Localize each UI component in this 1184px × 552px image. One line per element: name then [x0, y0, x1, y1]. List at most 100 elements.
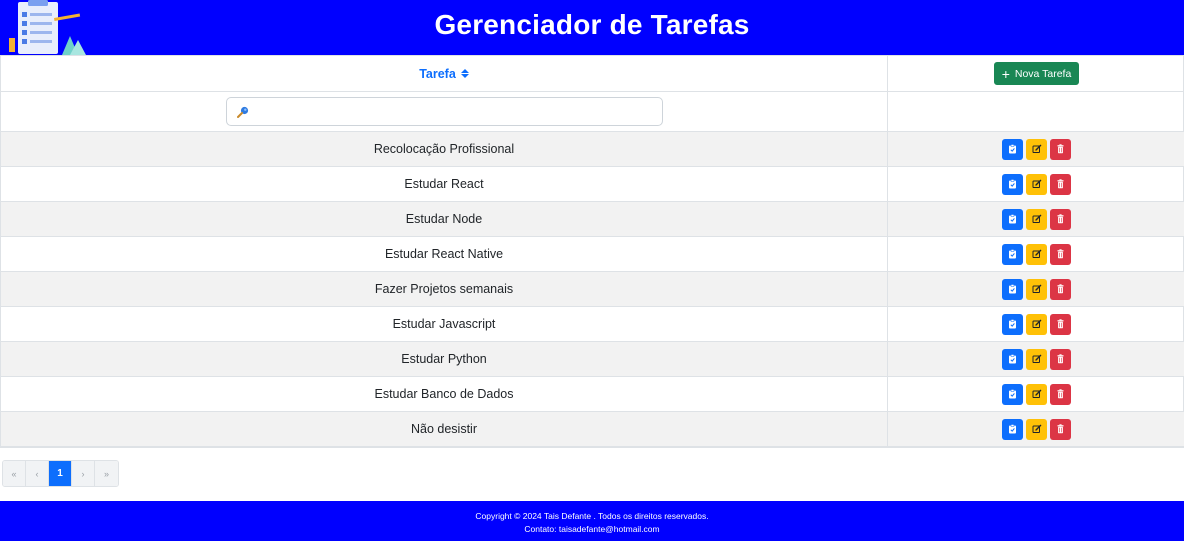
- table-header-row: Tarefa + Nova Tarefa: [1, 56, 1184, 92]
- first-page-button[interactable]: «: [3, 461, 26, 486]
- delete-task-button[interactable]: [1050, 208, 1071, 230]
- task-name: Estudar React: [1, 167, 888, 201]
- edit-task-button[interactable]: [1026, 278, 1047, 300]
- clipboard-check-icon: [1008, 214, 1017, 224]
- task-name: Estudar Python: [1, 342, 888, 376]
- task-name: Estudar Banco de Dados: [1, 377, 888, 411]
- row-actions: [888, 307, 1184, 341]
- table-row: Estudar React Native: [1, 237, 1184, 272]
- view-task-button[interactable]: [1002, 313, 1023, 335]
- edit-task-button[interactable]: [1026, 208, 1047, 230]
- view-task-button[interactable]: [1002, 278, 1023, 300]
- view-task-button[interactable]: [1002, 173, 1023, 195]
- table-row: Não desistir: [1, 412, 1184, 447]
- edit-icon: [1032, 144, 1042, 154]
- table-row: Estudar Python: [1, 342, 1184, 377]
- footer: Copyright © 2024 Tais Defante . Todos os…: [0, 501, 1184, 541]
- trash-icon: [1056, 389, 1065, 399]
- delete-task-button[interactable]: [1050, 173, 1071, 195]
- trash-icon: [1056, 179, 1065, 189]
- view-task-button[interactable]: [1002, 208, 1023, 230]
- table-row: Recolocação Profissional: [1, 132, 1184, 167]
- next-page-button[interactable]: ›: [72, 461, 95, 486]
- view-task-button[interactable]: [1002, 243, 1023, 265]
- task-table: Tarefa + Nova Tarefa Recolocação Profiss…: [0, 55, 1184, 448]
- delete-task-button[interactable]: [1050, 348, 1071, 370]
- trash-icon: [1056, 214, 1065, 224]
- clipboard-check-icon: [1008, 354, 1017, 364]
- task-name: Recolocação Profissional: [1, 132, 888, 166]
- delete-task-button[interactable]: [1050, 383, 1071, 405]
- task-name: Fazer Projetos semanais: [1, 272, 888, 306]
- edit-icon: [1032, 424, 1042, 434]
- delete-task-button[interactable]: [1050, 313, 1071, 335]
- view-task-button[interactable]: [1002, 348, 1023, 370]
- task-name: Estudar React Native: [1, 237, 888, 271]
- filter-row: [1, 92, 1184, 132]
- clipboard-check-icon: [1008, 389, 1017, 399]
- trash-icon: [1056, 424, 1065, 434]
- edit-task-button[interactable]: [1026, 383, 1047, 405]
- table-row: Estudar Banco de Dados: [1, 377, 1184, 412]
- edit-task-button[interactable]: [1026, 313, 1047, 335]
- table-row: Fazer Projetos semanais: [1, 272, 1184, 307]
- row-actions: [888, 342, 1184, 376]
- edit-icon: [1032, 354, 1042, 364]
- last-page-button[interactable]: »: [95, 461, 118, 486]
- row-actions: [888, 132, 1184, 166]
- edit-icon: [1032, 284, 1042, 294]
- edit-task-button[interactable]: [1026, 418, 1047, 440]
- row-actions: [888, 377, 1184, 411]
- trash-icon: [1056, 354, 1065, 364]
- task-name: Estudar Javascript: [1, 307, 888, 341]
- edit-task-button[interactable]: [1026, 243, 1047, 265]
- prev-page-button[interactable]: ‹: [26, 461, 49, 486]
- edit-icon: [1032, 249, 1042, 259]
- view-task-button[interactable]: [1002, 138, 1023, 160]
- delete-task-button[interactable]: [1050, 243, 1071, 265]
- table-row: Estudar React: [1, 167, 1184, 202]
- clipboard-check-icon: [1008, 249, 1017, 259]
- trash-icon: [1056, 319, 1065, 329]
- row-actions: [888, 272, 1184, 306]
- edit-task-button[interactable]: [1026, 138, 1047, 160]
- table-row: Estudar Javascript: [1, 307, 1184, 342]
- footer-copyright: Copyright © 2024 Tais Defante . Todos os…: [475, 511, 709, 521]
- edit-icon: [1032, 214, 1042, 224]
- clipboard-check-icon: [1008, 319, 1017, 329]
- page-title: Gerenciador de Tarefas: [434, 9, 750, 40]
- task-name: Estudar Node: [1, 202, 888, 236]
- trash-icon: [1056, 249, 1065, 259]
- clipboard-check-icon: [1008, 179, 1017, 189]
- row-actions: [888, 167, 1184, 201]
- row-actions: [888, 237, 1184, 271]
- sort-by-task-header[interactable]: Tarefa: [419, 67, 469, 81]
- edit-icon: [1032, 389, 1042, 399]
- new-task-button[interactable]: + Nova Tarefa: [993, 62, 1080, 85]
- edit-task-button[interactable]: [1026, 173, 1047, 195]
- footer-contact: Contato: taisadefante@hotmail.com: [524, 524, 660, 534]
- edit-icon: [1032, 179, 1042, 189]
- trash-icon: [1056, 284, 1065, 294]
- sort-icon: [460, 69, 469, 78]
- view-task-button[interactable]: [1002, 418, 1023, 440]
- current-page-button[interactable]: 1: [49, 461, 72, 486]
- table-row: Estudar Node: [1, 202, 1184, 237]
- app-header: Gerenciador de Tarefas: [0, 0, 1184, 55]
- new-task-label: Nova Tarefa: [1014, 67, 1072, 80]
- search-input[interactable]: [225, 97, 663, 126]
- pagination: « ‹ 1 › »: [2, 460, 119, 487]
- trash-icon: [1056, 144, 1065, 154]
- delete-task-button[interactable]: [1050, 138, 1071, 160]
- clipboard-check-icon: [1008, 144, 1017, 154]
- row-actions: [888, 202, 1184, 236]
- column-task-label: Tarefa: [419, 66, 456, 81]
- delete-task-button[interactable]: [1050, 418, 1071, 440]
- clipboard-check-icon: [1008, 284, 1017, 294]
- view-task-button[interactable]: [1002, 383, 1023, 405]
- row-actions: [888, 412, 1184, 446]
- delete-task-button[interactable]: [1050, 278, 1071, 300]
- clipboard-check-icon: [1008, 424, 1017, 434]
- plus-icon: +: [1001, 65, 1010, 82]
- edit-task-button[interactable]: [1026, 348, 1047, 370]
